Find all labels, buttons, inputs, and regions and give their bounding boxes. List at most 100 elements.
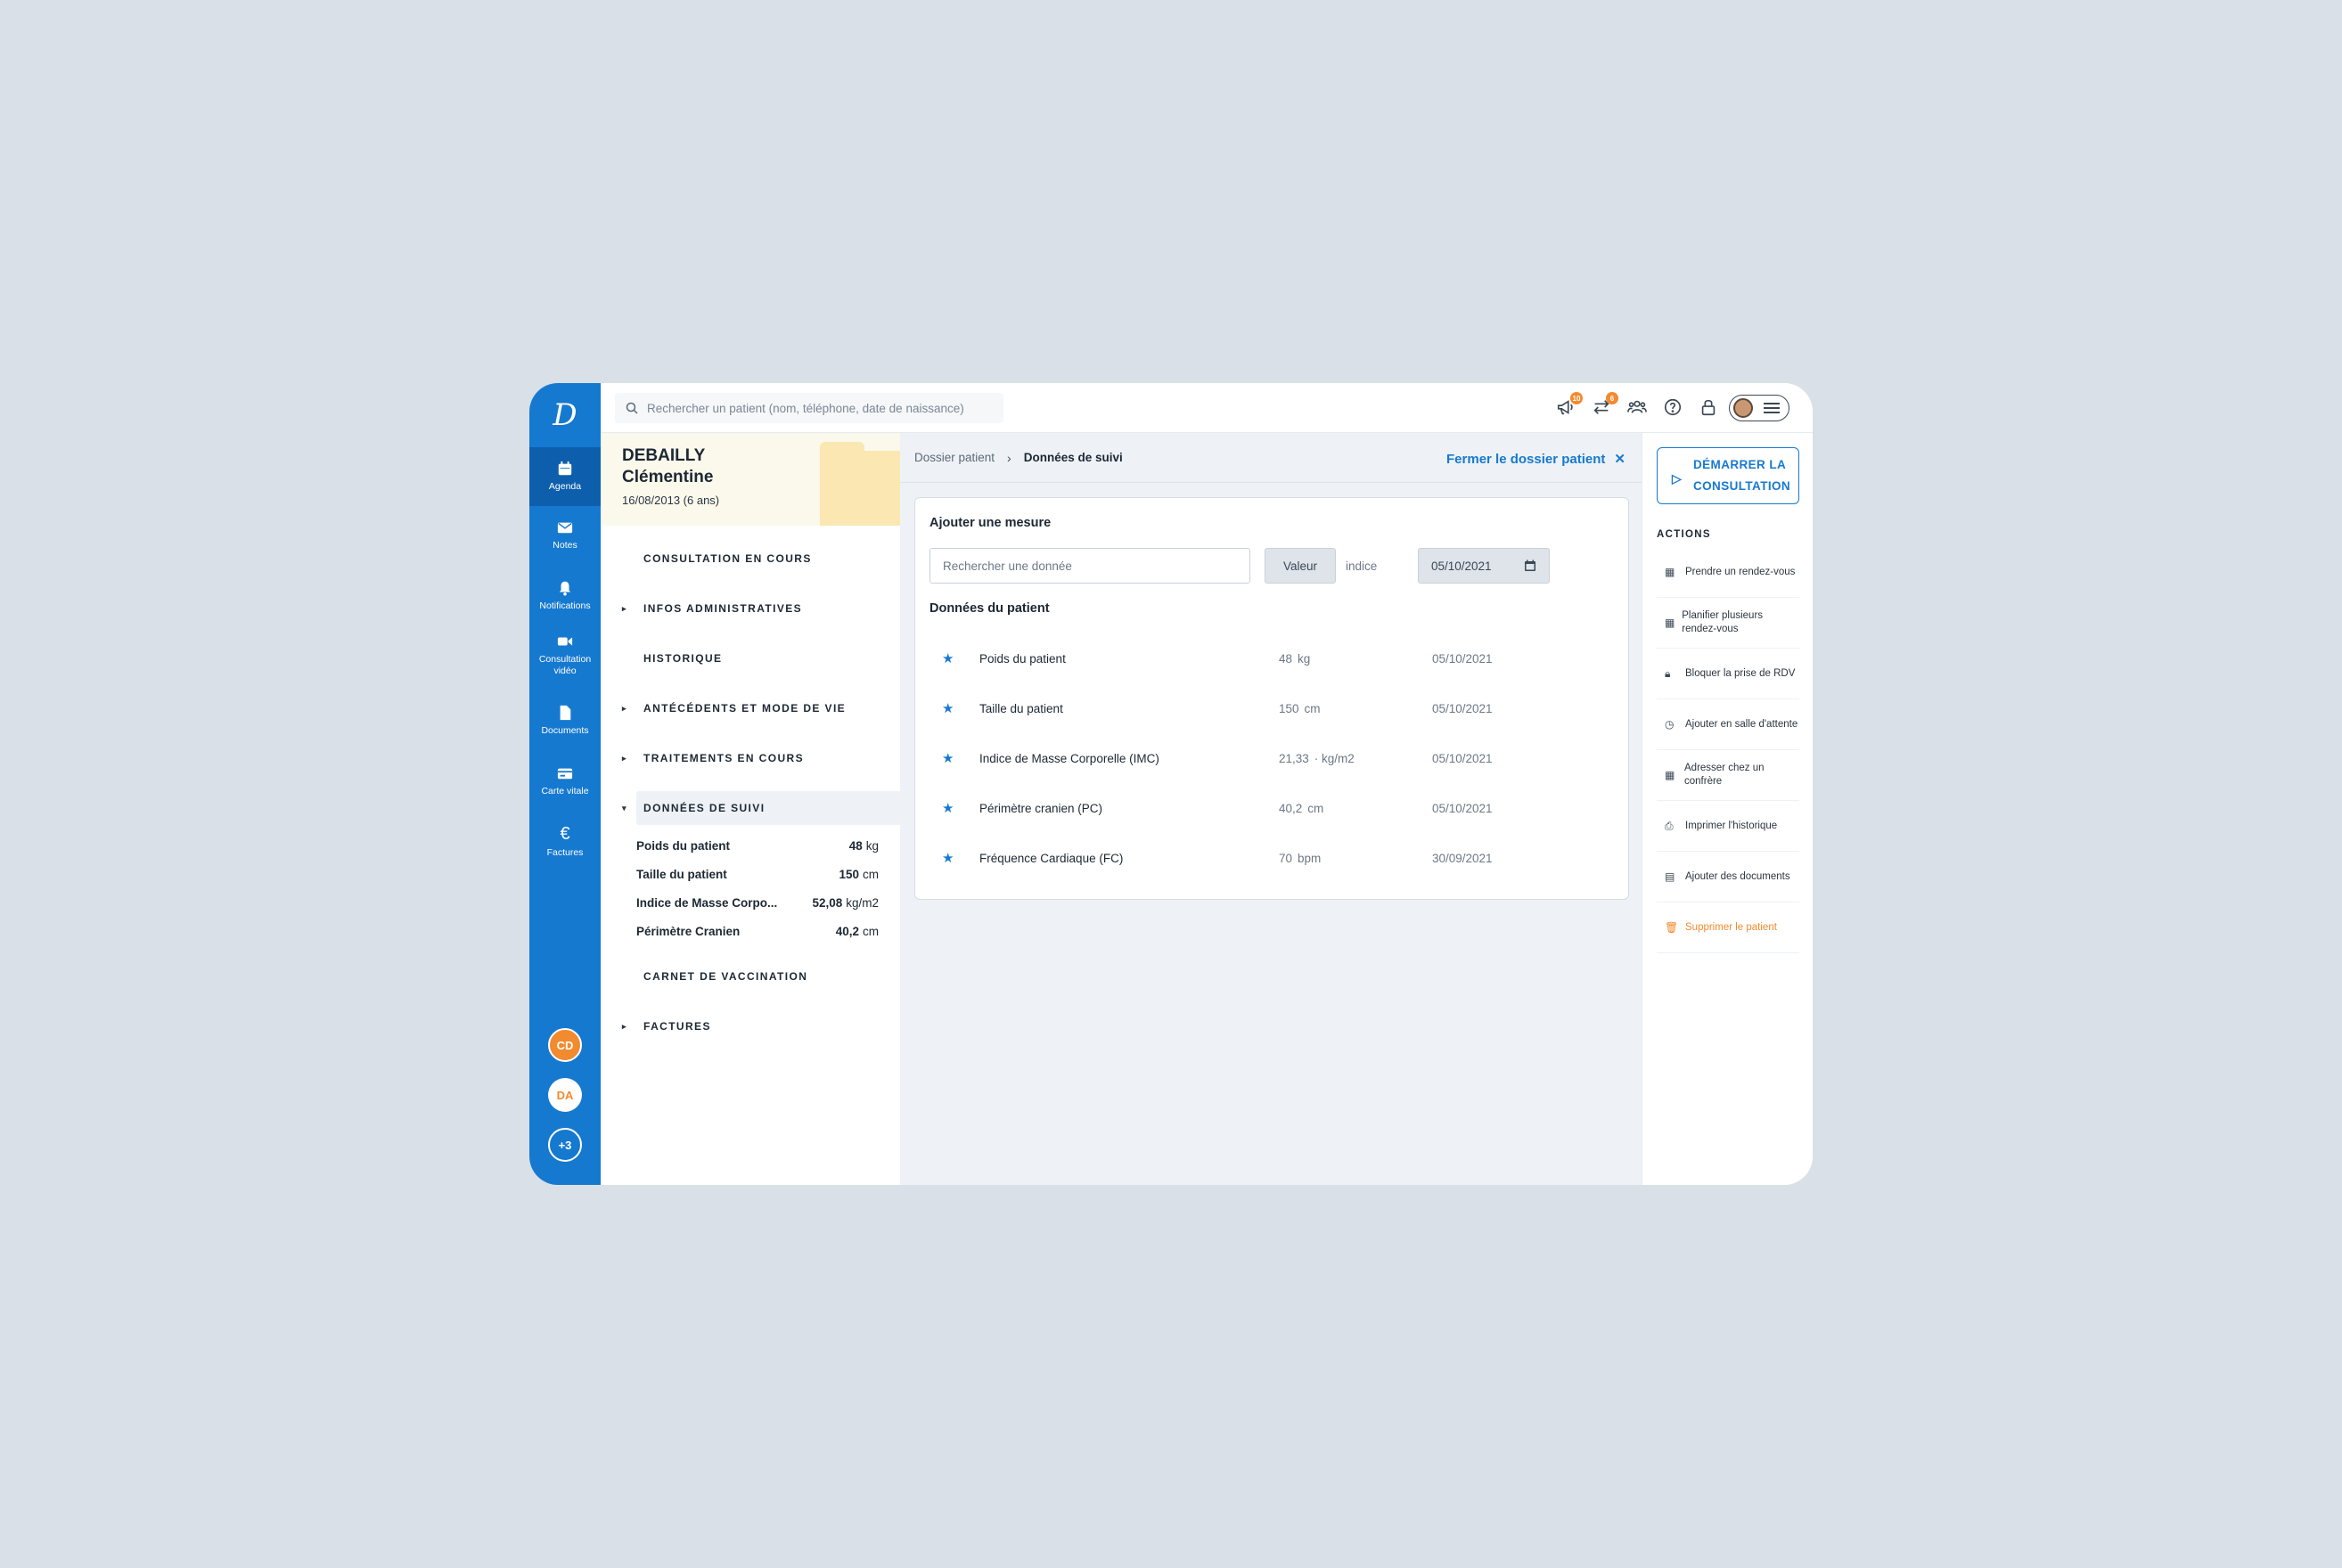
action-label: Planifier plusieurs rendez-vous [1682, 610, 1764, 634]
nav-item-factures[interactable]: € Factures [529, 813, 601, 871]
section-carnet-vaccination[interactable]: CARNET DE VACCINATION [622, 960, 900, 993]
nav-item-documents[interactable]: Documents [529, 691, 601, 750]
suivi-label: Poids du patient [636, 839, 731, 853]
measure-search-input[interactable]: Rechercher une donnée [929, 548, 1250, 584]
account-avatar-cd[interactable]: CD [548, 1028, 582, 1062]
section-traitements[interactable]: ▸ TRAITEMENTS EN COURS [622, 741, 900, 775]
date-value: 05/10/2021 [1431, 559, 1492, 573]
section-label: HISTORIQUE [643, 652, 723, 665]
date-input[interactable]: 05/10/2021 [1418, 548, 1550, 584]
row-name: Fréquence Cardiaque (FC) [979, 851, 1124, 865]
play-icon: ▷ [1672, 471, 1683, 486]
action-supprimer-patient[interactable]: 🗑︎ Supprimer le patient [1657, 902, 1799, 953]
action-salle-attente[interactable]: ◷ Ajouter en salle d'attente [1657, 699, 1799, 750]
value-input[interactable]: Valeur [1265, 548, 1336, 584]
add-measure-title: Ajouter une mesure [929, 516, 1052, 530]
logo[interactable]: D [529, 383, 601, 447]
star-icon[interactable]: ★ [929, 800, 963, 816]
section-infos-administratives[interactable]: ▸ INFOS ADMINISTRATIVES [622, 592, 900, 625]
actions-title: ACTIONS [1657, 529, 1711, 540]
row-date: 05/10/2021 [1432, 701, 1493, 715]
card-icon [557, 768, 573, 780]
transfers-button[interactable]: 6 [1592, 392, 1618, 419]
row-value: 70 bpm [1279, 852, 1321, 865]
action-prendre-rdv[interactable]: ▦ Prendre un rendez-vous [1657, 547, 1799, 598]
chevron-right-icon: ▸ [622, 603, 626, 613]
action-imprimer-historique[interactable]: ⎙ Imprimer l'historique [1657, 801, 1799, 852]
row-value-number: 150 [1279, 701, 1299, 715]
user-menu-button[interactable] [1729, 395, 1789, 421]
document-icon: ▤ [1665, 870, 1675, 883]
euro-icon: € [560, 824, 570, 844]
section-historique[interactable]: HISTORIQUE [622, 641, 900, 675]
star-icon[interactable]: ★ [929, 750, 963, 766]
team-button[interactable] [1627, 397, 1649, 419]
star-icon[interactable]: ★ [929, 650, 963, 666]
nav-item-notes[interactable]: Notes [529, 506, 601, 565]
nav-item-carte-vitale[interactable]: Carte vitale [529, 752, 601, 811]
suivi-item: Indice de Masse Corpo... 52,08 kg/m2 [636, 896, 879, 910]
row-value-number: 40,2 [1279, 801, 1303, 815]
nav-item-video[interactable]: Consultation vidéo [529, 625, 601, 684]
table-row[interactable]: ★ Périmètre cranien (PC) 40,2 cm 05/10/2021 [929, 783, 1616, 833]
help-button[interactable] [1663, 397, 1684, 419]
action-ajouter-documents[interactable]: ▤ Ajouter des documents [1657, 852, 1799, 902]
row-value: 21,33 · kg/m2 [1279, 752, 1355, 765]
patient-search-input[interactable]: Rechercher un patient (nom, téléphone, d… [615, 393, 1003, 423]
section-consultation-en-cours[interactable]: CONSULTATION EN COURS [622, 542, 900, 576]
action-adresser-confrere[interactable]: ▦ Adresser chez un confrère [1657, 750, 1799, 801]
measures-card: Ajouter une mesure Rechercher une donnée… [914, 497, 1629, 900]
account-avatar-da[interactable]: DA [548, 1078, 582, 1112]
suivi-unit: kg/m2 [846, 896, 879, 910]
table-row[interactable]: ★ Indice de Masse Corporelle (IMC) 21,33 · … [929, 733, 1616, 783]
lock-button[interactable] [1699, 397, 1720, 419]
actions-panel: ▷ DÉMARRER LA CONSULTATION ACTIONS ▦ Pren… [1642, 433, 1813, 1185]
row-unit: cm [1307, 801, 1324, 815]
document-icon [560, 705, 571, 721]
row-unit: bpm [1298, 851, 1322, 865]
suivi-value: 48 [848, 839, 863, 853]
row-date: 05/10/2021 [1432, 651, 1493, 666]
nav-item-agenda[interactable]: Agenda [529, 447, 601, 506]
section-antecedents[interactable]: ▸ ANTÉCÉDENTS ET MODE DE VIE [622, 691, 900, 725]
close-patient-file-button[interactable]: Fermer le dossier patient ✕ [1446, 451, 1625, 467]
star-icon[interactable]: ★ [929, 850, 963, 866]
patient-panel: DEBAILLY Clémentine 16/08/2013 (6 ans) C… [601, 433, 900, 1185]
help-icon [1664, 398, 1682, 416]
action-planifier-rdv[interactable]: ▦ Planifier plusieurs rendez-vous [1657, 598, 1799, 649]
lock-icon [1701, 399, 1716, 416]
calendar-icon: ▦ [1665, 565, 1675, 578]
table-row[interactable]: ★ Taille du patient 150 cm 05/10/2021 [929, 683, 1616, 733]
breadcrumb-current: Données de suivi [1023, 451, 1123, 464]
chevron-right-icon: › [1007, 450, 1011, 465]
table-row[interactable]: ★ Fréquence Cardiaque (FC) 70 bpm 30/09/2021 [929, 833, 1616, 883]
search-placeholder: Rechercher un patient (nom, téléphone, d… [647, 401, 964, 415]
announcements-button[interactable]: 10 [1556, 392, 1583, 419]
nav-item-notifications[interactable]: Notifications [529, 567, 601, 625]
section-donnees-de-suivi[interactable]: ▾ DONNÉES DE SUIVI [622, 791, 900, 825]
patient-name: DEBAILLY Clémentine [622, 445, 713, 488]
row-value-number: 21,33 [1279, 751, 1309, 765]
row-date: 05/10/2021 [1432, 801, 1493, 815]
calendar-icon [1525, 559, 1535, 571]
value-placeholder: Valeur [1282, 559, 1318, 573]
row-date: 05/10/2021 [1432, 751, 1493, 765]
row-name: Taille du patient [979, 701, 1063, 715]
start-consultation-button[interactable]: ▷ DÉMARRER LA CONSULTATION [1657, 447, 1799, 504]
announcements-badge: 10 [1570, 392, 1583, 404]
star-icon[interactable]: ★ [929, 700, 963, 716]
suivi-label: Taille du patient [636, 868, 727, 881]
action-label: Ajouter des documents [1685, 870, 1790, 882]
breadcrumb-dossier-patient[interactable]: Dossier patient [914, 451, 995, 464]
row-value: 40,2 cm [1279, 802, 1323, 815]
calendar-icon: ▦ [1665, 768, 1675, 781]
suivi-value: 40,2 [835, 925, 859, 938]
action-label: Adresser chez un confrère [1684, 763, 1765, 787]
section-factures[interactable]: ▸ FACTURES [622, 1009, 900, 1043]
action-bloquer-rdv[interactable]: 🔒︎ Bloquer la prise de RDV [1657, 649, 1799, 699]
table-row[interactable]: ★ Poids du patient 48 kg 05/10/2021 [929, 633, 1616, 683]
patient-first-name: Clémentine [622, 468, 714, 486]
calendar-icon: ▦ [1665, 616, 1675, 629]
row-value: 150 cm [1279, 702, 1321, 715]
more-accounts-button[interactable]: +3 [548, 1128, 582, 1162]
